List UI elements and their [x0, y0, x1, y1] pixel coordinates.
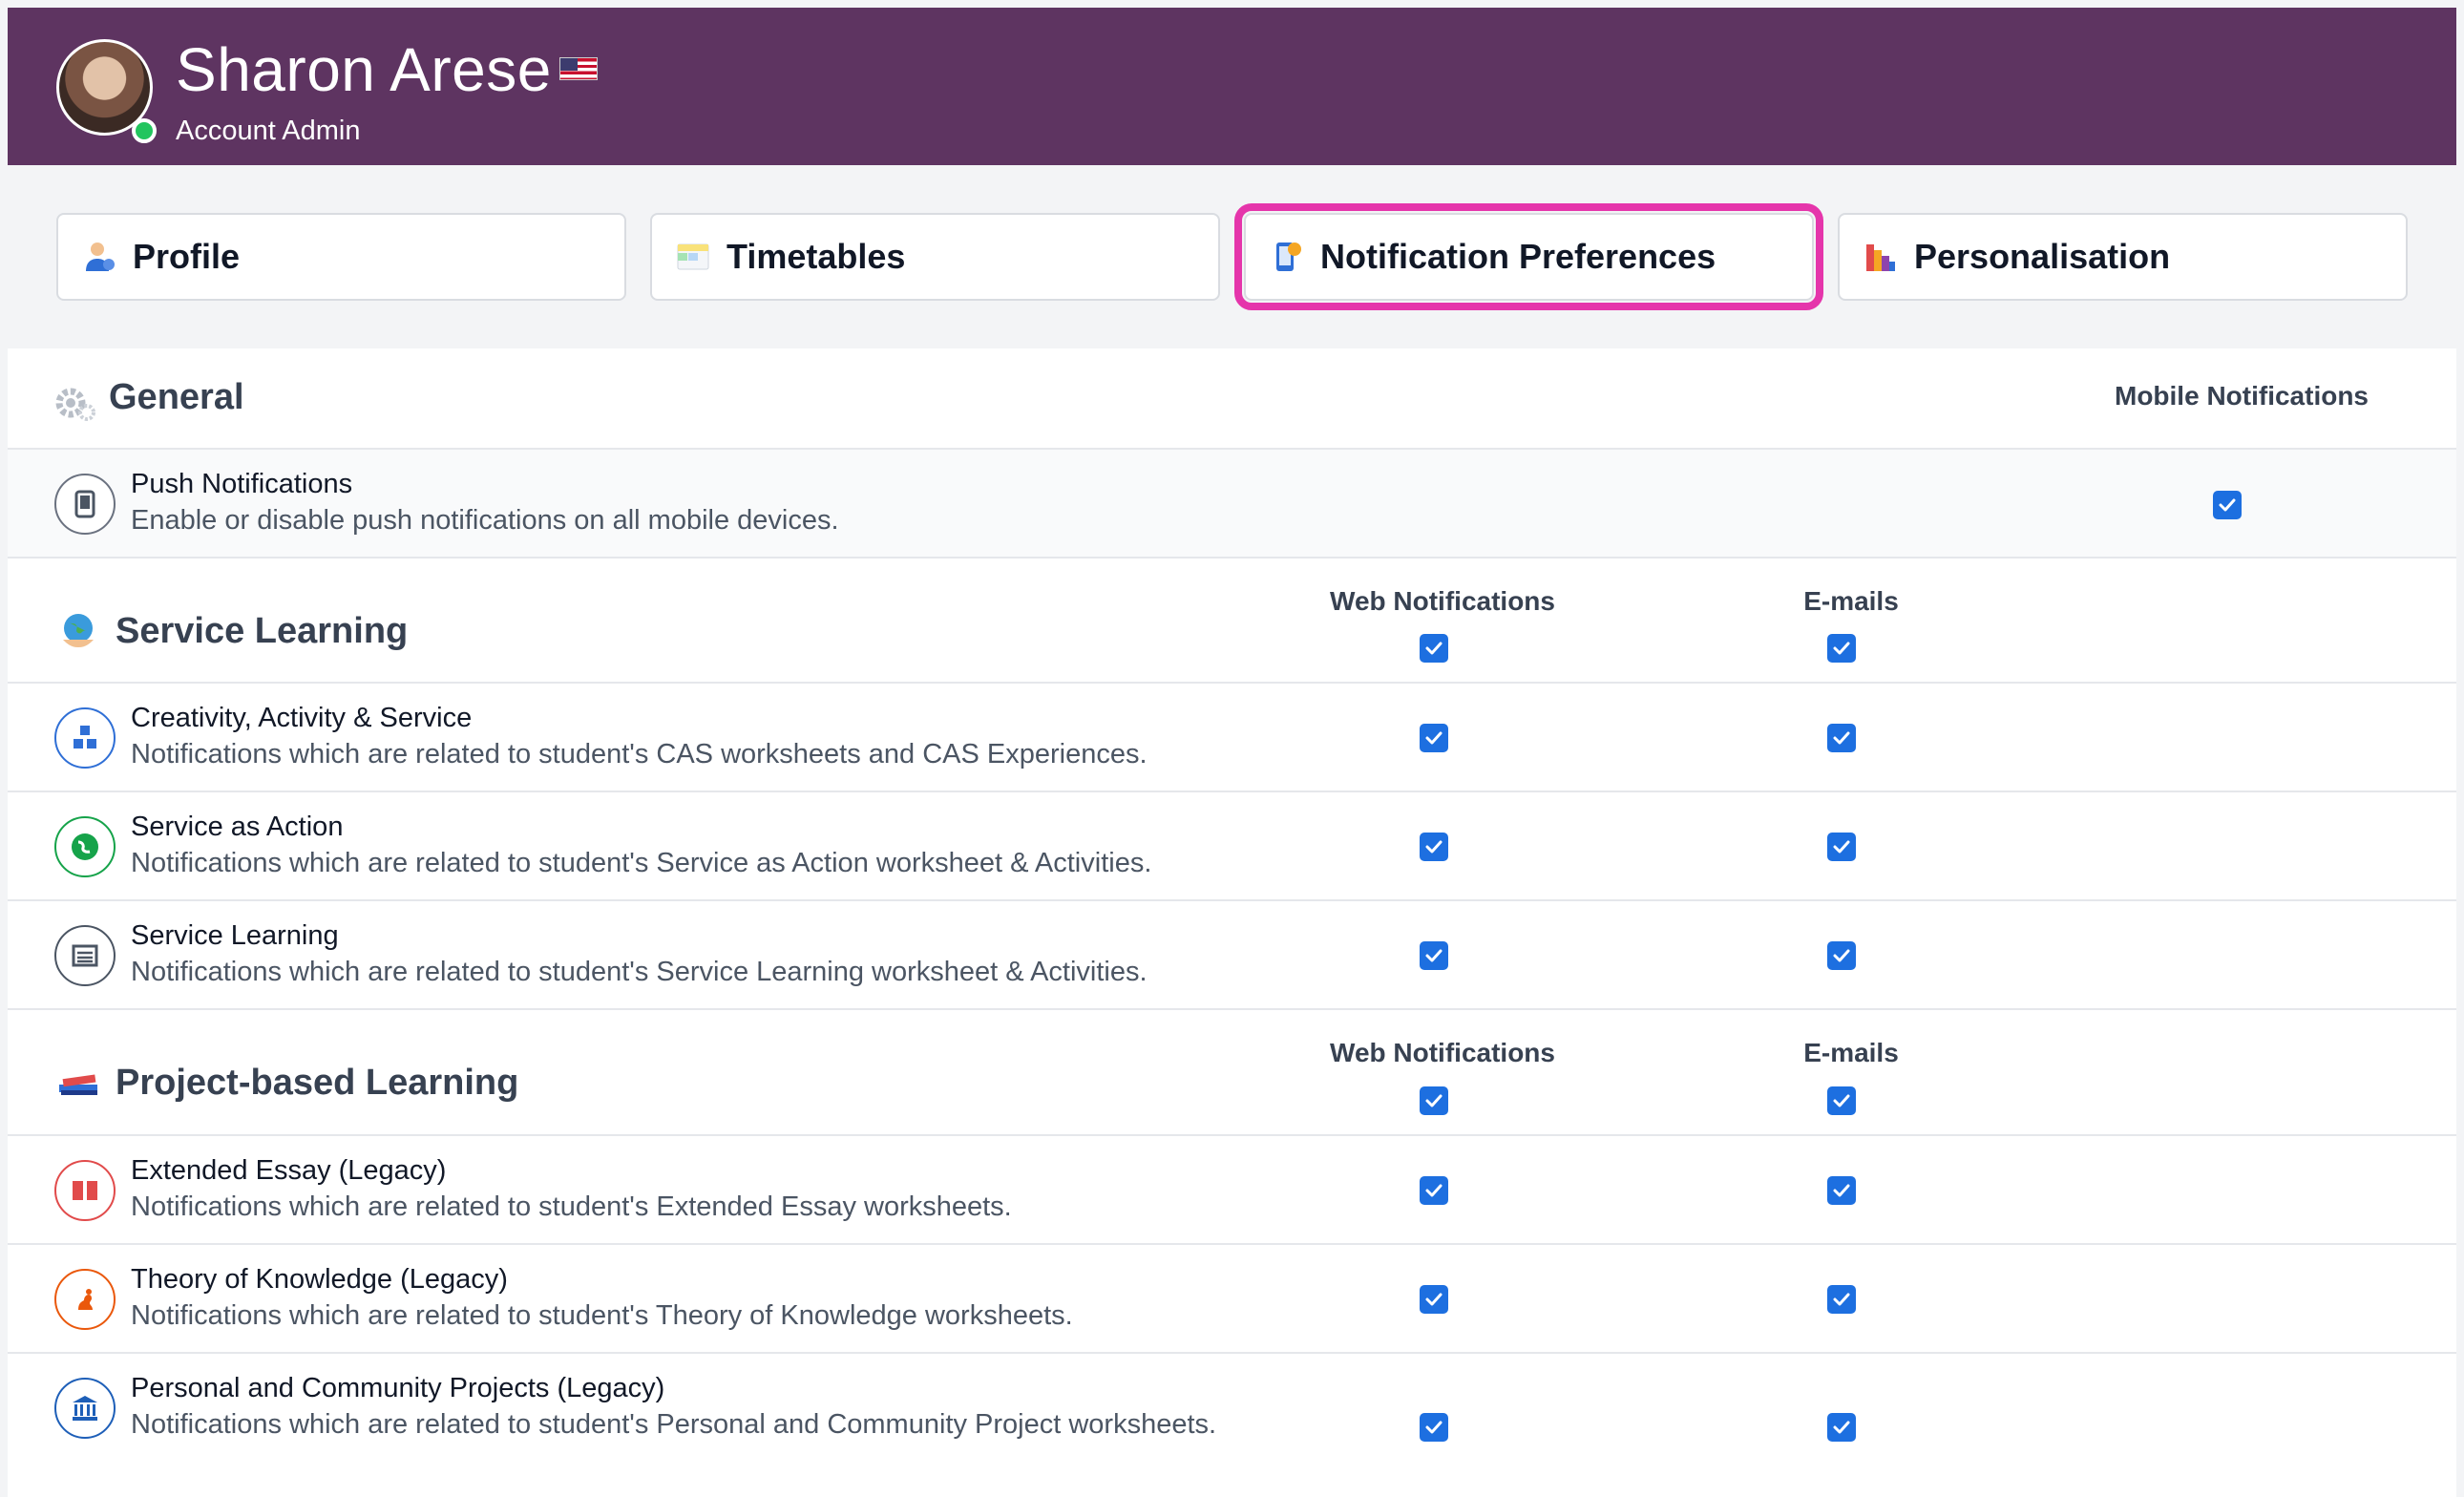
row-title: Personal and Community Projects (Legacy) — [131, 1373, 665, 1403]
tab-notification-preferences[interactable]: Notification Preferences — [1234, 203, 1823, 310]
column-header-web: Web Notifications — [1330, 586, 1555, 616]
row-title: Theory of Knowledge (Legacy) — [131, 1264, 508, 1295]
web-notification-checkbox[interactable] — [1420, 941, 1448, 970]
online-status-icon — [132, 118, 157, 143]
email-select-all-checkbox[interactable] — [1827, 1086, 1856, 1115]
palette-icon — [1864, 241, 1897, 273]
email-notification-checkbox[interactable] — [1827, 1176, 1856, 1205]
gear-icon — [54, 382, 96, 429]
settings-row: Personal and Community Projects (Legacy)… — [8, 1354, 2456, 1497]
tab-label: Profile — [133, 237, 241, 276]
column-header-web: Web Notifications — [1330, 1038, 1555, 1067]
us-flag-icon — [559, 57, 598, 80]
web-notification-checkbox[interactable] — [1420, 1285, 1448, 1314]
books-icon — [55, 1065, 101, 1103]
tab-timetables[interactable]: Timetables — [650, 213, 1220, 301]
tab-label: Personalisation — [1914, 237, 2171, 276]
section-title: General — [109, 377, 244, 417]
row-title: Push Notifications — [131, 469, 353, 499]
web-select-all-checkbox[interactable] — [1420, 1086, 1448, 1115]
thinking-head-icon — [54, 1269, 116, 1330]
document-list-icon — [54, 925, 116, 986]
globe-action-icon — [54, 816, 116, 877]
user-icon — [83, 241, 116, 273]
tab-profile[interactable]: Profile — [56, 213, 626, 301]
notification-settings-panel: General Mobile Notifications Push Notifi… — [8, 348, 2456, 1497]
web-notification-checkbox[interactable] — [1420, 1413, 1448, 1442]
web-select-all-checkbox[interactable] — [1420, 634, 1448, 663]
row-description: Notifications which are related to stude… — [131, 848, 1152, 878]
row-description: Enable or disable push notifications on … — [131, 505, 839, 536]
section-header-service-learning: Service Learning Web Notifications E-mai… — [8, 559, 2456, 684]
email-notification-checkbox[interactable] — [1827, 1413, 1856, 1442]
row-description: Notifications which are related to stude… — [131, 1300, 1073, 1331]
tab-label: Notification Preferences — [1320, 237, 1716, 276]
row-description: Notifications which are related to stude… — [131, 957, 1148, 987]
settings-row: Push Notifications Enable or disable pus… — [8, 450, 2456, 559]
web-notification-checkbox[interactable] — [1420, 724, 1448, 752]
user-role: Account Admin — [176, 116, 361, 146]
column-header-mobile: Mobile Notifications — [2115, 381, 2369, 411]
row-title: Extended Essay (Legacy) — [131, 1155, 447, 1186]
profile-header: Sharon Arese Account Admin — [8, 8, 2456, 165]
mobile-device-icon — [54, 474, 116, 535]
email-notification-checkbox[interactable] — [1827, 1285, 1856, 1314]
phone-notification-icon — [1271, 241, 1303, 273]
calendar-icon — [677, 241, 709, 273]
open-book-icon — [54, 1160, 116, 1221]
row-title: Service as Action — [131, 812, 344, 842]
tab-label: Timetables — [727, 237, 906, 276]
row-description: Notifications which are related to stude… — [131, 739, 1148, 770]
web-notification-checkbox[interactable] — [1420, 1176, 1448, 1205]
tab-personalisation[interactable]: Personalisation — [1838, 213, 2408, 301]
row-description: Notifications which are related to stude… — [131, 1191, 1012, 1222]
cas-blocks-icon — [54, 707, 116, 769]
column-header-email: E-mails — [1803, 1038, 1899, 1067]
mobile-notification-checkbox[interactable] — [2213, 491, 2242, 519]
email-notification-checkbox[interactable] — [1827, 724, 1856, 752]
web-notification-checkbox[interactable] — [1420, 833, 1448, 861]
globe-hands-icon — [57, 611, 99, 658]
row-title: Service Learning — [131, 920, 339, 951]
settings-row: Creativity, Activity & Service Notificat… — [8, 684, 2456, 792]
section-title: Service Learning — [116, 611, 409, 651]
email-select-all-checkbox[interactable] — [1827, 634, 1856, 663]
settings-row: Extended Essay (Legacy) Notifications wh… — [8, 1136, 2456, 1245]
settings-row: Service Learning Notifications which are… — [8, 901, 2456, 1010]
section-header-project-based-learning: Project-based Learning Web Notifications… — [8, 1010, 2456, 1136]
settings-row: Theory of Knowledge (Legacy) Notificatio… — [8, 1245, 2456, 1354]
email-notification-checkbox[interactable] — [1827, 941, 1856, 970]
section-header-general: General Mobile Notifications — [8, 348, 2456, 450]
institution-icon — [54, 1378, 116, 1439]
row-description: Notifications which are related to stude… — [131, 1409, 1217, 1440]
settings-row: Service as Action Notifications which ar… — [8, 792, 2456, 901]
email-notification-checkbox[interactable] — [1827, 833, 1856, 861]
section-title: Project-based Learning — [116, 1063, 519, 1103]
column-header-email: E-mails — [1803, 586, 1899, 616]
row-title: Creativity, Activity & Service — [131, 703, 473, 733]
user-name: Sharon Arese — [176, 35, 552, 104]
